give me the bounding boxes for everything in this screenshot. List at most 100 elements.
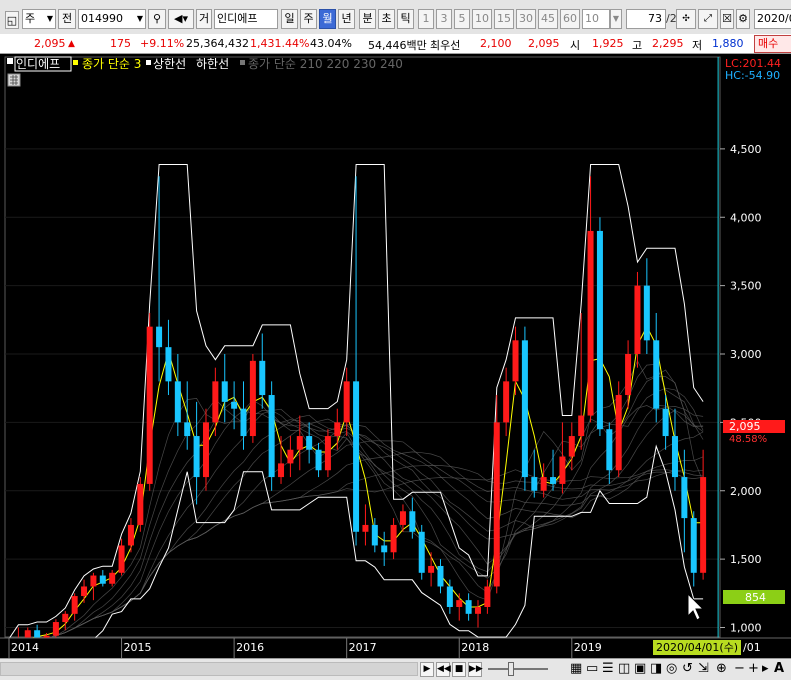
stop-icon[interactable]: ■ <box>452 662 466 677</box>
close-chart-icon[interactable]: ☒ <box>720 9 734 29</box>
candle-body <box>381 545 388 553</box>
candle-body <box>202 422 209 478</box>
candle-body <box>34 630 41 639</box>
list-icon[interactable]: ☰ <box>602 661 614 677</box>
zoom-slider[interactable] <box>488 668 548 670</box>
tab-day[interactable]: 일 <box>281 9 298 29</box>
candle-body <box>315 449 322 471</box>
price-chart[interactable]: 인디에프 종가 단순 3 상한선 하한선 종가 단순 210 220 230 2… <box>0 54 791 666</box>
candle-body <box>109 572 116 584</box>
date-input[interactable]: 2020/0 <box>754 9 791 29</box>
trade-button[interactable]: 거 <box>196 9 212 29</box>
turnover-rate: 43.04% <box>310 37 352 50</box>
tab-month[interactable]: 월 <box>319 9 336 29</box>
best-ask-label: 최우선 <box>430 39 461 52</box>
pct-tag-text: 48.58% <box>729 434 767 445</box>
draw-line-icon[interactable]: ⤢ <box>698 9 718 29</box>
candle-body <box>606 429 613 471</box>
chevron-down-icon[interactable]: ▼ <box>610 9 622 29</box>
stock-code-input[interactable]: 014990 ▼ <box>78 9 146 29</box>
legend-multi-ma: 종가 단순 210 220 230 240 <box>248 57 403 71</box>
candle-body <box>306 436 313 450</box>
volume-ratio: 1,431.44% <box>250 37 310 50</box>
zoom-in-icon[interactable]: + <box>748 661 759 677</box>
export-icon[interactable]: ⇲ <box>698 661 709 677</box>
candle-body <box>212 381 219 423</box>
scale-icon[interactable]: ◎ <box>666 661 677 677</box>
low-price: 1,880 <box>712 37 744 50</box>
candle-body <box>324 436 331 471</box>
forward-icon[interactable]: ▶▶ <box>468 662 483 677</box>
auto-scale-icon[interactable]: A <box>774 661 784 677</box>
tab-week[interactable]: 주 <box>300 9 317 29</box>
scroll-right-icon[interactable]: ▸ <box>762 661 769 677</box>
candle-body <box>81 586 88 597</box>
zoom-slider-handle[interactable] <box>508 662 514 676</box>
zoom-icon[interactable]: ⊕ <box>716 661 727 677</box>
legend-marker-price <box>7 58 13 64</box>
interval-60[interactable]: 60 <box>560 9 580 29</box>
image-icon[interactable]: ▣ <box>634 661 646 677</box>
candle-body <box>690 518 697 573</box>
interval-45[interactable]: 45 <box>538 9 558 29</box>
tab-minute[interactable]: 분 <box>359 9 376 29</box>
candle-body <box>137 483 144 525</box>
interval-30[interactable]: 30 <box>516 9 536 29</box>
candle-body <box>643 285 650 341</box>
tab-second[interactable]: 초 <box>378 9 395 29</box>
legend-upper: 상한선 <box>153 57 186 71</box>
zoom-out-icon[interactable]: − <box>734 661 745 677</box>
search-icon[interactable]: ⚲ <box>148 9 166 29</box>
grid-icon[interactable]: ▦ <box>570 661 582 677</box>
rewind-icon[interactable]: ◀◀ <box>436 662 451 677</box>
interval-5[interactable]: 5 <box>454 9 470 29</box>
candle-body <box>156 326 163 348</box>
tab-tick[interactable]: 틱 <box>397 9 414 29</box>
candle-body <box>146 326 153 484</box>
interval-10[interactable]: 10 <box>472 9 492 29</box>
count-input[interactable]: 73 <box>626 9 666 29</box>
candle-body <box>428 565 435 573</box>
period-type-select[interactable]: 주 ▼ <box>22 9 56 29</box>
chart-area[interactable]: 인디에프 종가 단순 3 상한선 하한선 종가 단순 210 220 230 2… <box>0 54 791 666</box>
candle-body <box>165 347 172 382</box>
legend-marker-ma <box>73 60 78 65</box>
window-icon[interactable]: ▭ <box>586 661 598 677</box>
candle-body <box>700 477 707 573</box>
candle-body <box>127 524 134 546</box>
interval-1[interactable]: 1 <box>418 9 434 29</box>
candle-body <box>240 408 247 437</box>
stock-code-value: 014990 <box>81 12 123 25</box>
interval-15[interactable]: 15 <box>494 9 514 29</box>
x-tick-label: 2019 <box>574 641 602 654</box>
split-icon[interactable]: ◨ <box>650 661 662 677</box>
candle-body <box>615 395 622 471</box>
candle-body <box>52 622 59 636</box>
tab-year[interactable]: 년 <box>338 9 355 29</box>
interval-3[interactable]: 3 <box>436 9 452 29</box>
candle-body <box>296 436 303 450</box>
candle-body <box>550 477 557 484</box>
crosshair-icon[interactable]: ✣ <box>676 9 696 29</box>
stock-name-display: 인디에프 <box>214 9 278 29</box>
buy-button[interactable]: 매수 <box>754 35 791 53</box>
y-tick-label: 4,500 <box>730 143 762 156</box>
gear-icon[interactable]: ⚙ <box>736 9 750 29</box>
plot-frame <box>4 56 721 638</box>
restore-icon[interactable]: ↺ <box>682 661 693 677</box>
chart-navigation-bar: ▶ ◀◀ ■ ▶▶ ▦ ▭ ☰ ◫ ▣ ◨ ◎ ↺ ⇲ ⊕ − + ▸ A <box>0 658 791 680</box>
layer-icon[interactable]: ◫ <box>618 661 630 677</box>
candle-body <box>568 436 575 457</box>
candle-body <box>531 477 538 491</box>
scroll-next-icon[interactable]: ▶ <box>420 662 434 677</box>
speaker-icon[interactable]: ◀▾ <box>168 9 194 29</box>
candle-body <box>231 401 238 409</box>
chart-scrollbar[interactable] <box>0 662 418 676</box>
candle-body <box>71 596 78 614</box>
layout-icon[interactable]: ◱ <box>5 11 19 29</box>
candle-body <box>446 586 453 607</box>
candle-body <box>662 408 669 437</box>
candle-body <box>578 415 585 437</box>
prev-button[interactable]: 전 <box>58 9 76 29</box>
interval-input[interactable]: 10 <box>582 9 610 29</box>
